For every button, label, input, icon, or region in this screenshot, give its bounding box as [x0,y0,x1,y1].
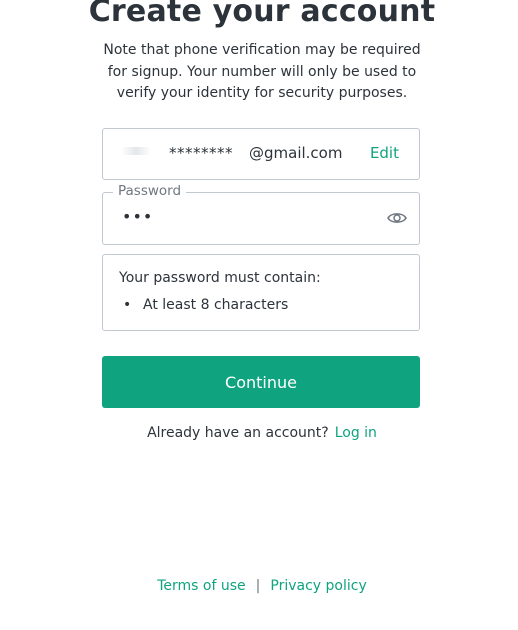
login-link[interactable]: Log in [335,425,377,441]
eye-icon[interactable] [387,210,407,226]
footer: Terms of use | Privacy policy [0,578,518,594]
privacy-policy-link[interactable]: Privacy policy [270,578,366,594]
login-prompt: Already have an account? [147,425,329,441]
requirement-text: At least 8 characters [143,297,289,313]
password-label: Password [113,183,187,199]
login-row: Already have an account? Log in [0,425,518,441]
password-requirements: Your password must contain: • At least 8 … [102,254,420,331]
edit-email-link[interactable]: Edit [370,144,399,162]
page-subtitle: Note that phone verification may be requ… [103,42,421,101]
password-field[interactable]: Password ••• [102,183,420,245]
email-field[interactable]: ******** @gmail.com Edit [102,128,420,180]
redacted-email-prefix [121,147,151,155]
terms-of-use-link[interactable]: Terms of use [157,578,245,594]
page-title: Create your account [88,0,436,29]
email-masked-value: ******** [169,144,233,162]
requirement-item: • At least 8 characters [123,297,288,313]
footer-separator: | [255,578,261,594]
bullet: • [123,297,132,313]
password-value: ••• [122,207,154,226]
continue-button[interactable]: Continue [102,356,420,408]
email-domain: @gmail.com [249,144,343,162]
requirements-title: Your password must contain: [119,270,321,286]
